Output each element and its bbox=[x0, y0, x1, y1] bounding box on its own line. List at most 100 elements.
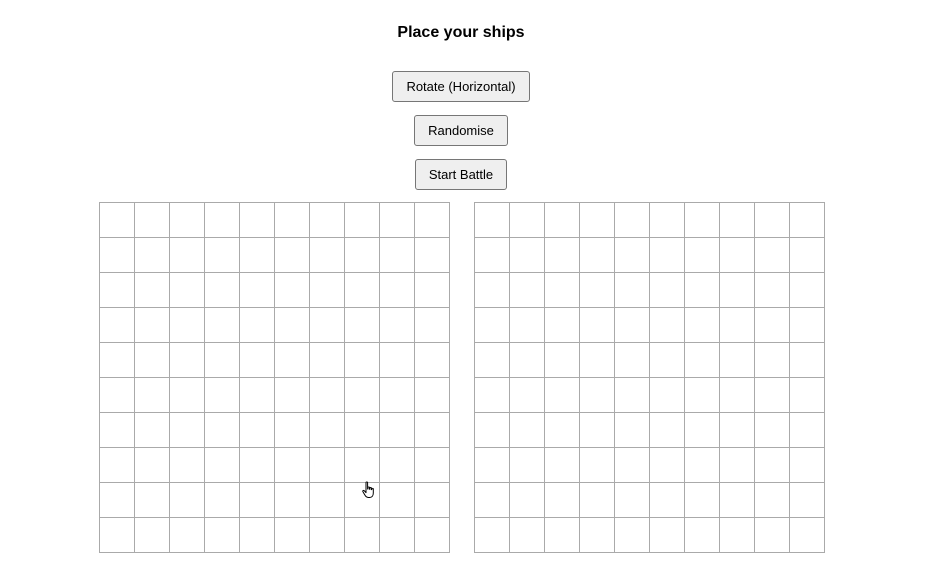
enemy-board-cell[interactable] bbox=[580, 518, 615, 553]
player-board-cell[interactable] bbox=[100, 273, 135, 308]
player-board-cell[interactable] bbox=[205, 273, 240, 308]
player-board-cell[interactable] bbox=[275, 448, 310, 483]
player-board-cell[interactable] bbox=[310, 378, 345, 413]
player-board-cell[interactable] bbox=[415, 483, 450, 518]
enemy-board-cell[interactable] bbox=[720, 413, 755, 448]
enemy-board-cell[interactable] bbox=[720, 273, 755, 308]
enemy-board-cell[interactable] bbox=[720, 448, 755, 483]
randomise-button[interactable]: Randomise bbox=[414, 115, 508, 146]
enemy-board-cell[interactable] bbox=[475, 483, 510, 518]
player-board-cell[interactable] bbox=[310, 308, 345, 343]
player-board-cell[interactable] bbox=[100, 518, 135, 553]
enemy-board-cell[interactable] bbox=[685, 413, 720, 448]
player-board-cell[interactable] bbox=[345, 343, 380, 378]
enemy-board-cell[interactable] bbox=[720, 308, 755, 343]
enemy-board-cell[interactable] bbox=[650, 308, 685, 343]
player-board-cell[interactable] bbox=[170, 238, 205, 273]
player-board-cell[interactable] bbox=[275, 273, 310, 308]
enemy-board-cell[interactable] bbox=[755, 413, 790, 448]
enemy-board-cell[interactable] bbox=[790, 448, 825, 483]
player-board-cell[interactable] bbox=[170, 413, 205, 448]
player-board-cell[interactable] bbox=[170, 203, 205, 238]
player-board-cell[interactable] bbox=[345, 308, 380, 343]
enemy-board-cell[interactable] bbox=[475, 378, 510, 413]
player-board-cell[interactable] bbox=[170, 308, 205, 343]
player-board-cell[interactable] bbox=[240, 203, 275, 238]
enemy-board-cell[interactable] bbox=[720, 483, 755, 518]
enemy-board-cell[interactable] bbox=[545, 238, 580, 273]
player-board-cell[interactable] bbox=[170, 518, 205, 553]
enemy-board-cell[interactable] bbox=[790, 203, 825, 238]
enemy-board-cell[interactable] bbox=[790, 238, 825, 273]
player-board-cell[interactable] bbox=[380, 238, 415, 273]
player-board-cell[interactable] bbox=[345, 483, 380, 518]
enemy-board-cell[interactable] bbox=[650, 203, 685, 238]
player-board-cell[interactable] bbox=[275, 378, 310, 413]
enemy-board-cell[interactable] bbox=[650, 343, 685, 378]
player-board-cell[interactable] bbox=[345, 448, 380, 483]
player-board-cell[interactable] bbox=[380, 378, 415, 413]
enemy-board-cell[interactable] bbox=[650, 238, 685, 273]
enemy-board-cell[interactable] bbox=[755, 273, 790, 308]
enemy-board-cell[interactable] bbox=[615, 273, 650, 308]
player-board-cell[interactable] bbox=[310, 203, 345, 238]
player-board-cell[interactable] bbox=[240, 378, 275, 413]
enemy-board-cell[interactable] bbox=[615, 483, 650, 518]
player-board-cell[interactable] bbox=[275, 483, 310, 518]
player-board-cell[interactable] bbox=[415, 238, 450, 273]
enemy-board-cell[interactable] bbox=[510, 413, 545, 448]
enemy-board-cell[interactable] bbox=[685, 378, 720, 413]
enemy-board-cell[interactable] bbox=[510, 343, 545, 378]
player-board-cell[interactable] bbox=[275, 203, 310, 238]
player-board-cell[interactable] bbox=[275, 238, 310, 273]
player-board-cell[interactable] bbox=[380, 448, 415, 483]
enemy-board-cell[interactable] bbox=[755, 343, 790, 378]
enemy-board-cell[interactable] bbox=[720, 518, 755, 553]
enemy-board-cell[interactable] bbox=[790, 273, 825, 308]
enemy-board-cell[interactable] bbox=[475, 343, 510, 378]
enemy-board-cell[interactable] bbox=[475, 273, 510, 308]
enemy-board-cell[interactable] bbox=[475, 518, 510, 553]
enemy-board-cell[interactable] bbox=[545, 273, 580, 308]
player-board-cell[interactable] bbox=[345, 518, 380, 553]
enemy-board-cell[interactable] bbox=[685, 448, 720, 483]
enemy-board-cell[interactable] bbox=[685, 273, 720, 308]
player-board-cell[interactable] bbox=[100, 343, 135, 378]
enemy-board-cell[interactable] bbox=[580, 203, 615, 238]
enemy-board-cell[interactable] bbox=[650, 518, 685, 553]
enemy-board-cell[interactable] bbox=[580, 413, 615, 448]
enemy-board-cell[interactable] bbox=[650, 413, 685, 448]
player-board-cell[interactable] bbox=[100, 203, 135, 238]
enemy-board-cell[interactable] bbox=[615, 518, 650, 553]
enemy-board-cell[interactable] bbox=[720, 343, 755, 378]
enemy-board-cell[interactable] bbox=[755, 378, 790, 413]
enemy-board-cell[interactable] bbox=[790, 378, 825, 413]
player-board-cell[interactable] bbox=[310, 238, 345, 273]
player-board-cell[interactable] bbox=[205, 483, 240, 518]
enemy-board-cell[interactable] bbox=[650, 273, 685, 308]
enemy-board-cell[interactable] bbox=[580, 483, 615, 518]
player-board-cell[interactable] bbox=[100, 238, 135, 273]
player-board-cell[interactable] bbox=[170, 448, 205, 483]
enemy-board-cell[interactable] bbox=[545, 308, 580, 343]
player-board-cell[interactable] bbox=[135, 518, 170, 553]
player-board-cell[interactable] bbox=[380, 273, 415, 308]
enemy-board-cell[interactable] bbox=[790, 413, 825, 448]
enemy-board-cell[interactable] bbox=[510, 308, 545, 343]
enemy-board-cell[interactable] bbox=[615, 308, 650, 343]
player-board-cell[interactable] bbox=[275, 343, 310, 378]
player-board-cell[interactable] bbox=[205, 378, 240, 413]
player-board-cell[interactable] bbox=[310, 273, 345, 308]
player-board-cell[interactable] bbox=[380, 308, 415, 343]
player-board-cell[interactable] bbox=[310, 518, 345, 553]
enemy-board-cell[interactable] bbox=[580, 308, 615, 343]
player-board-cell[interactable] bbox=[240, 273, 275, 308]
player-board-cell[interactable] bbox=[345, 238, 380, 273]
player-board-cell[interactable] bbox=[380, 413, 415, 448]
player-board-cell[interactable] bbox=[240, 343, 275, 378]
player-board-cell[interactable] bbox=[415, 203, 450, 238]
player-board-cell[interactable] bbox=[345, 413, 380, 448]
player-board-cell[interactable] bbox=[345, 203, 380, 238]
start-battle-button[interactable]: Start Battle bbox=[414, 159, 508, 190]
enemy-board-cell[interactable] bbox=[615, 378, 650, 413]
